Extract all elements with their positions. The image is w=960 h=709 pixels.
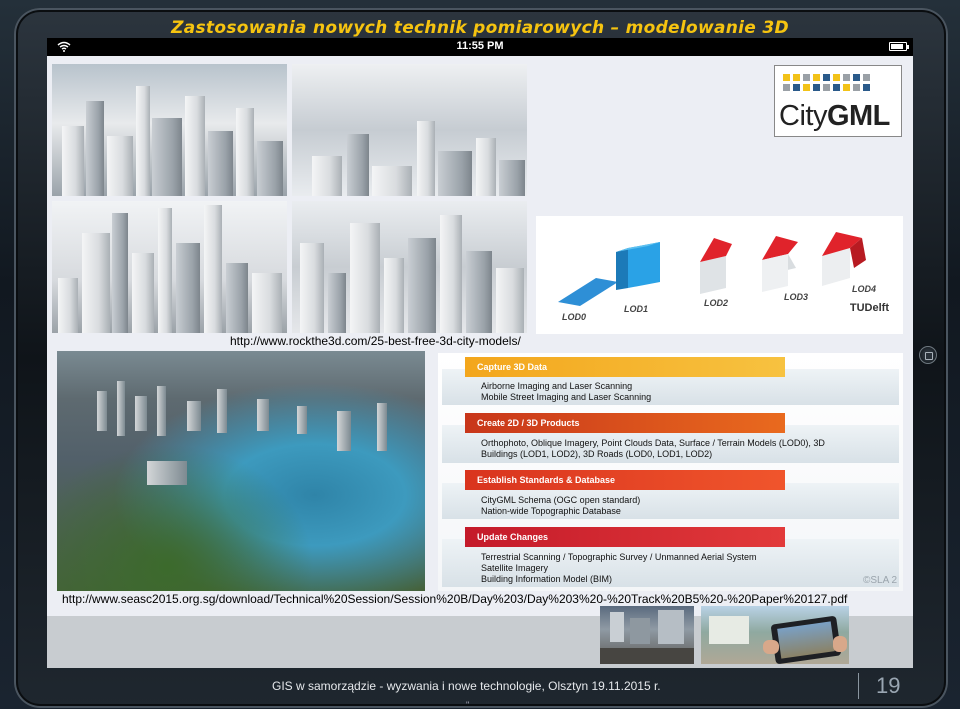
page-number: 19 (876, 673, 901, 698)
tablet-ar-image (701, 606, 849, 664)
workflow-item: CityGML Schema (OGC open standard) (481, 495, 641, 505)
slide-content: http://www.rockthe3d.com/25-best-free-3d… (47, 56, 913, 668)
tablet-home-button[interactable] (919, 346, 937, 364)
city-model-image-1 (52, 64, 287, 196)
city-model-image-4 (292, 201, 527, 333)
workflow-item: Building Information Model (BIM) (481, 574, 613, 584)
tudelft-logo: TUDelft (849, 302, 889, 314)
footer-divider (858, 673, 859, 699)
workflow-item: Buildings (LOD1, LOD2), 3D Roads (LOD0, … (481, 449, 713, 459)
battery-icon (889, 42, 909, 51)
slide-footer: GIS w samorządzie - wyzwania i nowe tech… (272, 679, 661, 693)
citygml-logo: CityGML (774, 65, 902, 137)
slide-title: Zastosowania nowych technik pomiarowych … (171, 18, 789, 38)
sla-watermark: ©SLA 2 (863, 575, 898, 586)
workflow-item: Nation-wide Topographic Database (481, 506, 621, 516)
city-model-image-3 (52, 201, 287, 333)
status-bar: 11:55 PM (47, 38, 913, 56)
lod4-label: LOD4 (852, 284, 877, 294)
workflow-item: Airborne Imaging and Laser Scanning (481, 381, 633, 391)
source-link-rockthe3d[interactable]: http://www.rockthe3d.com/25-best-free-3d… (230, 334, 521, 348)
status-time: 11:55 PM (456, 40, 504, 52)
lod0-label: LOD0 (562, 312, 587, 322)
city-model-image-2 (292, 64, 527, 196)
workflow-item: Mobile Street Imaging and Laser Scanning (481, 392, 652, 402)
source-link-seasc2015[interactable]: http://www.seasc2015.org.sg/download/Tec… (62, 592, 847, 606)
street-view-image-1 (600, 606, 694, 664)
workflow-item: Terrestrial Scanning / Topographic Surve… (481, 552, 757, 562)
workflow-step-2-heading: Create 2D / 3D Products (465, 413, 785, 433)
workflow-diagram: Capture 3D Data Airborne Imaging and Las… (438, 353, 903, 591)
lod1-label: LOD1 (624, 304, 649, 314)
workflow-step-4-heading: Update Changes (465, 527, 785, 547)
lod-diagram: LOD0 LOD1 LOD2 LOD3 LOD4 TUDelft (536, 216, 903, 334)
aerial-city-image (57, 351, 425, 591)
lod2-label: LOD2 (704, 298, 729, 308)
workflow-item: Satellite Imagery (481, 563, 549, 573)
workflow-item: Orthophoto, Oblique Imagery, Point Cloud… (481, 438, 825, 448)
workflow-step-1-heading: Capture 3D Data (465, 357, 785, 377)
lod3-label: LOD3 (784, 292, 809, 302)
workflow-step-3-heading: Establish Standards & Database (465, 470, 785, 490)
footer-mark: " (466, 700, 470, 709)
